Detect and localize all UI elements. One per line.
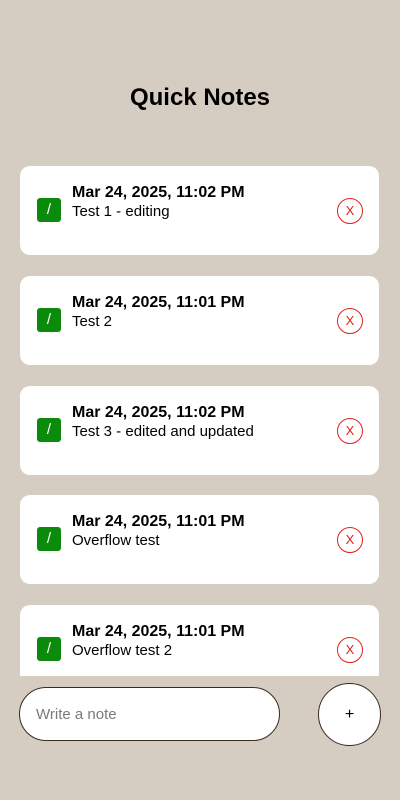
delete-note-button[interactable]: X [337,418,363,444]
edit-note-button[interactable]: / [37,198,61,222]
edit-note-button[interactable]: / [37,637,61,661]
note-card: / Mar 24, 2025, 11:01 PM Overflow test X [20,495,379,584]
delete-note-button[interactable]: X [337,198,363,224]
note-text: Test 3 - edited and updated [72,423,254,440]
note-card: / Mar 24, 2025, 11:02 PM Test 1 - editin… [20,166,379,255]
notes-screen: Quick Notes / Mar 24, 2025, 11:02 PM Tes… [0,0,400,800]
note-text: Test 1 - editing [72,203,170,220]
note-input[interactable] [19,687,280,741]
edit-note-button[interactable]: / [37,527,61,551]
note-text: Test 2 [72,313,113,330]
note-date: Mar 24, 2025, 11:01 PM [72,623,245,640]
note-text: Overflow test 2 [72,642,173,659]
add-note-button[interactable]: + [318,683,381,746]
notes-list[interactable]: / Mar 24, 2025, 11:02 PM Test 1 - editin… [0,166,400,676]
note-date: Mar 24, 2025, 11:02 PM [72,184,245,201]
note-text: Overflow test [72,532,160,549]
note-date: Mar 24, 2025, 11:02 PM [72,404,245,421]
note-date: Mar 24, 2025, 11:01 PM [72,294,245,311]
delete-note-button[interactable]: X [337,308,363,334]
delete-note-button[interactable]: X [337,527,363,553]
note-date: Mar 24, 2025, 11:01 PM [72,513,245,530]
edit-note-button[interactable]: / [37,418,61,442]
note-card: / Mar 24, 2025, 11:02 PM Test 3 - edited… [20,386,379,475]
note-card: / Mar 24, 2025, 11:01 PM Test 2 X [20,276,379,365]
note-card: / Mar 24, 2025, 11:01 PM Overflow test 2… [20,605,379,676]
page-title: Quick Notes [129,84,271,111]
delete-note-button[interactable]: X [337,637,363,663]
edit-note-button[interactable]: / [37,308,61,332]
